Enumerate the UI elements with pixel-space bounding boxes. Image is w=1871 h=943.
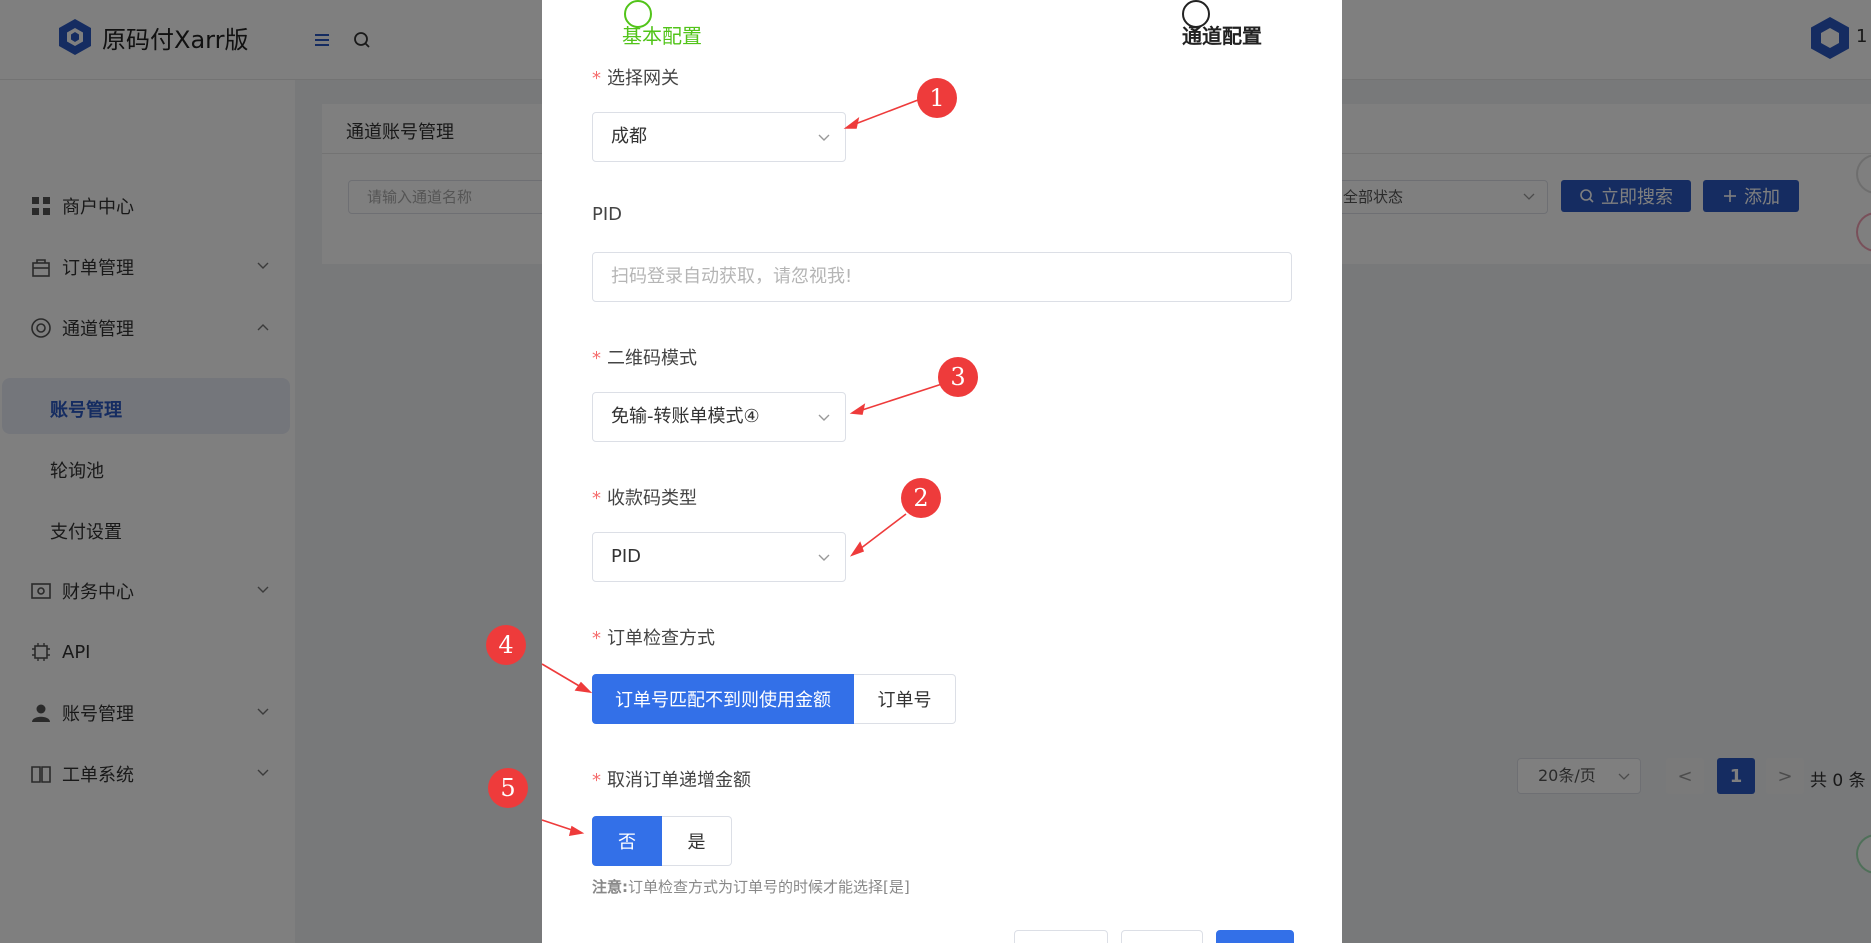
form-note: 注意:订单检查方式为订单号的时候才能选择[是] xyxy=(592,876,910,897)
cancel-increment-radio-group: 否 是 xyxy=(592,816,732,866)
gateway-select[interactable]: 成都 xyxy=(592,112,846,162)
code-type-value: PID xyxy=(611,546,642,567)
code-type-label: * 收款码类型 xyxy=(592,484,697,510)
qr-mode-label: * 二维码模式 xyxy=(592,344,697,370)
note-text: 订单检查方式为订单号的时候才能选择[是] xyxy=(628,878,910,896)
cancel-increment-label: * 取消订单递增金额 xyxy=(592,766,751,792)
prev-step-button[interactable] xyxy=(1121,930,1203,943)
qr-mode-value: 免输-转账单模式④ xyxy=(611,406,760,427)
annotation-badge-1: 1 xyxy=(917,78,957,118)
gateway-label-text: 选择网关 xyxy=(607,68,679,89)
gateway-value: 成都 xyxy=(611,126,647,147)
step-circle xyxy=(624,0,652,28)
chevron-down-icon xyxy=(818,134,830,141)
order-check-radio-group: 订单号匹配不到则使用金额 订单号 xyxy=(592,674,956,724)
order-check-label-text: 订单检查方式 xyxy=(607,628,715,649)
order-check-option-fallback-amount[interactable]: 订单号匹配不到则使用金额 xyxy=(592,674,854,724)
cancel-increment-label-text: 取消订单递增金额 xyxy=(607,770,751,791)
annotation-badge-5: 5 xyxy=(488,768,528,808)
step-circle xyxy=(1182,0,1210,28)
required-mark: * xyxy=(592,348,601,369)
order-check-option-order-number[interactable]: 订单号 xyxy=(854,674,956,724)
code-type-label-text: 收款码类型 xyxy=(607,488,697,509)
pid-input[interactable]: 扫码登录自动获取，请忽视我! xyxy=(592,252,1292,302)
gateway-label: * 选择网关 xyxy=(592,64,679,90)
order-check-label: * 订单检查方式 xyxy=(592,624,715,650)
required-mark: * xyxy=(592,628,601,649)
note-prefix: 注意: xyxy=(592,878,628,896)
cancel-increment-option-no[interactable]: 否 xyxy=(592,816,662,866)
annotation-badge-3: 3 xyxy=(938,357,978,397)
next-step-button[interactable] xyxy=(1216,930,1294,943)
code-type-select[interactable]: PID xyxy=(592,532,846,582)
chevron-down-icon xyxy=(818,554,830,561)
required-mark: * xyxy=(592,488,601,509)
annotation-badge-2: 2 xyxy=(901,478,941,518)
cancel-button[interactable] xyxy=(1014,930,1108,943)
qr-mode-label-text: 二维码模式 xyxy=(607,348,697,369)
annotation-badge-4: 4 xyxy=(486,625,526,665)
step-channel-config: 通道配置 xyxy=(1182,0,1262,49)
step-basic-config: 基本配置 xyxy=(622,0,702,49)
qr-mode-select[interactable]: 免输-转账单模式④ xyxy=(592,392,846,442)
required-mark: * xyxy=(592,68,601,89)
required-mark: * xyxy=(592,770,601,791)
chevron-down-icon xyxy=(818,414,830,421)
pid-label: PID xyxy=(592,204,623,225)
cancel-increment-option-yes[interactable]: 是 xyxy=(662,816,732,866)
